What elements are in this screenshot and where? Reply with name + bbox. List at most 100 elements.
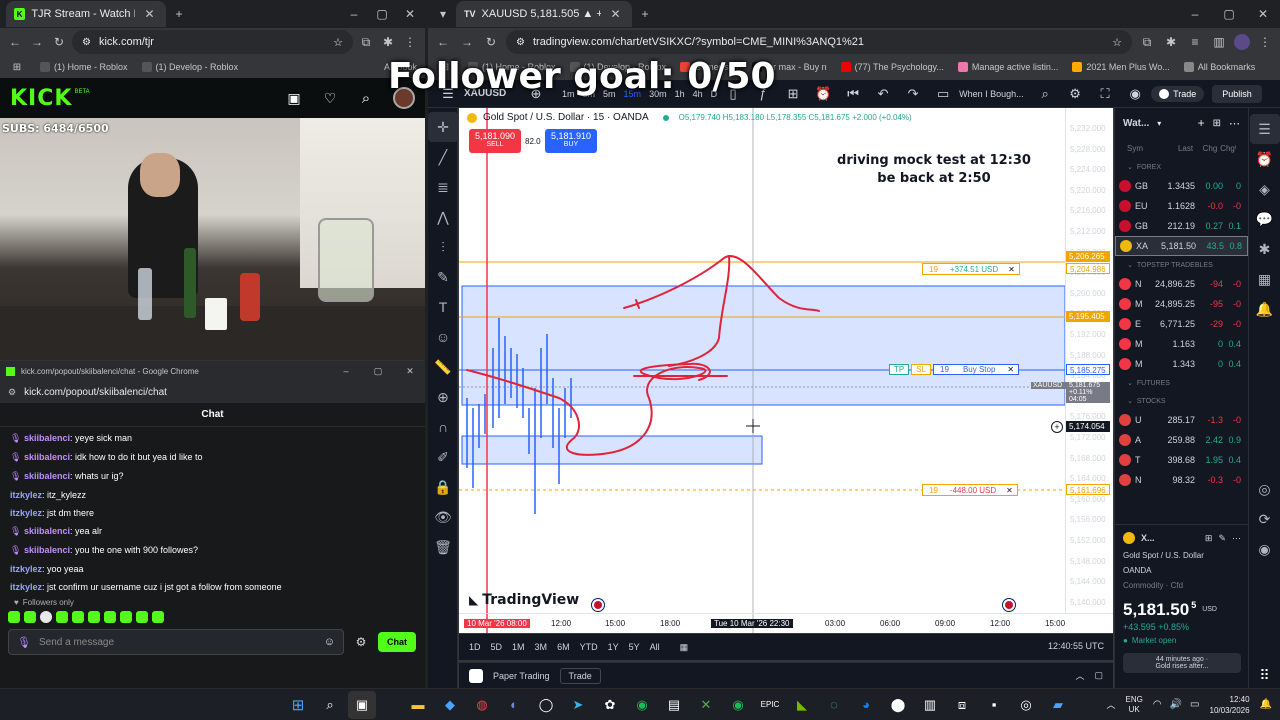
target-icon[interactable]: ◉ <box>1250 534 1280 564</box>
price-axis[interactable]: 5,232.000 5,228.000 5,224.000 5,220.000 5,21… <box>1065 108 1113 613</box>
screener-icon[interactable]: ◎ <box>1250 474 1280 504</box>
site-info-icon[interactable]: ⚙ <box>8 387 16 398</box>
close-tab-icon[interactable]: ✕ <box>607 5 624 23</box>
more-icon[interactable]: ⋯ <box>1229 117 1240 130</box>
xbox-icon[interactable]: ✕ <box>692 691 720 719</box>
col-header[interactable]: Chg% <box>1220 144 1236 153</box>
notifications-icon[interactable]: 🔔 <box>1250 294 1280 324</box>
tab-search-icon[interactable]: ▾ <box>434 5 452 23</box>
chat-username[interactable]: skiibalenci <box>24 433 70 443</box>
close-window-icon[interactable]: ✕ <box>401 362 419 380</box>
back-icon[interactable]: ← <box>6 33 24 51</box>
new-tab-icon[interactable]: + <box>170 5 188 23</box>
watchlist-row[interactable]: EU 1.1628 -0.0 -0 <box>1115 196 1248 216</box>
sell-button[interactable]: 5,181.090 SELL <box>469 129 521 153</box>
pattern-icon[interactable]: ⋀ <box>428 202 458 232</box>
trend-line-icon[interactable]: ╱ <box>428 142 458 172</box>
replay-icon[interactable]: ⏮ <box>839 82 867 106</box>
layout-name[interactable]: When I Bough... <box>959 89 1029 99</box>
capcut-icon[interactable]: ▤ <box>660 691 688 719</box>
range-button[interactable]: 5Y <box>629 642 640 652</box>
emote-icon[interactable] <box>8 611 20 623</box>
site-info-icon[interactable]: ⚙ <box>82 37 91 48</box>
time-axis[interactable]: 10 Mar '26 08:00 12:00 15:00 18:00 Tue 10 Ma… <box>459 613 1113 633</box>
brush-icon[interactable]: ✎ <box>428 262 458 292</box>
bookmark-item[interactable]: (1) Develop - Roblox <box>141 62 238 72</box>
address-bar[interactable]: ⚙ tradingview.com/chart/etVSIKXC/?symbol… <box>506 30 1132 54</box>
new-tab-icon[interactable]: + <box>636 5 654 23</box>
maximize-icon[interactable]: ▢ <box>1220 5 1238 23</box>
chat-username[interactable]: itzkylez <box>10 490 42 500</box>
chrome-icon[interactable]: ◍ <box>468 691 496 719</box>
search-icon[interactable]: ⌕ <box>357 89 375 107</box>
range-button[interactable]: 1M <box>512 642 525 652</box>
emote-icon[interactable] <box>88 611 100 623</box>
grid-icon[interactable]: ⊞ <box>1205 533 1213 544</box>
advanced-view-icon[interactable]: ⊞ <box>1213 118 1221 129</box>
app-icon[interactable]: ▰ <box>1044 691 1072 719</box>
app-icon[interactable]: ⧈ <box>948 691 976 719</box>
puzzle-icon[interactable]: ✱ <box>379 33 397 51</box>
whatsapp-icon[interactable]: ◌ <box>820 691 848 719</box>
emote-icon[interactable] <box>152 611 164 623</box>
nvidia-icon[interactable]: ◣ <box>788 691 816 719</box>
all-bookmarks[interactable]: All Bookmarks <box>1183 62 1255 72</box>
add-order-plus-icon[interactable]: + <box>1051 421 1063 433</box>
buy-button[interactable]: 5,181.910 BUY <box>545 129 597 153</box>
watchlist-section[interactable]: ⌄ STOCKS <box>1115 392 1248 410</box>
notification-bell-icon[interactable]: 🔔 <box>1260 699 1272 710</box>
back-icon[interactable]: ← <box>434 33 452 51</box>
alerts-icon[interactable]: ⏰ <box>1250 144 1280 174</box>
forward-icon[interactable]: → <box>458 33 476 51</box>
emote-icon[interactable] <box>24 611 36 623</box>
range-button[interactable]: 1Y <box>608 642 619 652</box>
fib-icon[interactable]: ≣ <box>428 172 458 202</box>
zoom-icon[interactable]: ⊕ <box>428 382 458 412</box>
mic-icon[interactable]: 🎙 <box>17 636 31 649</box>
watchlist-icon[interactable]: ☰ <box>1249 114 1280 144</box>
app-icon[interactable]: ▪ <box>980 691 1008 719</box>
range-button[interactable]: YTD <box>580 642 598 652</box>
tray-chevron-icon[interactable]: ︿ <box>1107 698 1116 711</box>
puzzle-icon[interactable]: ✱ <box>1162 33 1180 51</box>
maximize-panel-icon[interactable]: ▢ <box>1094 670 1103 681</box>
watchlist-row[interactable]: N 24,896.25 -94 -0 <box>1115 274 1248 294</box>
close-order-icon[interactable]: ✕ <box>1004 265 1019 274</box>
sl-order-label[interactable]: 19 -448.00 USD ✕ <box>922 484 1018 496</box>
watchlist-row[interactable]: E 6,771.25 -29 -0 <box>1115 314 1248 334</box>
chat-username[interactable]: skiibalenci <box>24 471 70 481</box>
range-button[interactable]: 3M <box>535 642 548 652</box>
extensions-icon[interactable]: ⧉ <box>1138 33 1156 51</box>
utc-clock[interactable]: 12:40:55 UTC <box>1048 641 1104 651</box>
extensions-icon[interactable]: ⧉ <box>357 33 375 51</box>
app-icon[interactable]: ⬤ <box>884 691 912 719</box>
bookmark-item[interactable]: Manage active listin... <box>957 62 1058 72</box>
trade-tab[interactable]: Trade <box>559 667 601 684</box>
split-view-icon[interactable]: ▥ <box>1210 33 1228 51</box>
chart-area[interactable]: Gold Spot / U.S. Dollar · 15 · OANDA O5,… <box>459 108 1113 633</box>
calendar-icon[interactable]: ▦ <box>1250 264 1280 294</box>
ideas-icon[interactable]: ✱ <box>1250 234 1280 264</box>
chat-username[interactable]: skiibalenci <box>24 526 70 536</box>
projection-icon[interactable]: ⫶ <box>428 232 458 262</box>
col-header[interactable]: Sym <box>1127 144 1178 153</box>
camera-icon[interactable]: ◉ <box>1121 82 1149 106</box>
reload-icon[interactable]: ↻ <box>482 33 500 51</box>
star-icon[interactable]: ☆ <box>333 36 343 49</box>
minimize-icon[interactable]: – <box>337 362 355 380</box>
forward-icon[interactable]: → <box>28 33 46 51</box>
text-icon[interactable]: T <box>428 292 458 322</box>
watchlist-section[interactable]: ⌄ FUTURES <box>1115 374 1248 392</box>
col-header[interactable]: Chg <box>1203 144 1221 153</box>
edit-icon[interactable]: ✎ <box>1218 533 1226 544</box>
epic-icon[interactable]: EPIC <box>756 691 784 719</box>
close-window-icon[interactable]: ✕ <box>1254 5 1272 23</box>
star-icon[interactable]: ☆ <box>1112 36 1122 49</box>
app-icon[interactable]: ▥ <box>916 691 944 719</box>
layers-icon[interactable]: ◈ <box>1250 174 1280 204</box>
search-icon[interactable]: ⌕ <box>316 691 344 719</box>
chat-input[interactable]: 🎙 Send a message ☺ <box>8 629 344 655</box>
watchlist-row[interactable]: M 1.343 0 0.4 <box>1115 354 1248 374</box>
file-explorer-icon[interactable]: ▬ <box>404 691 432 719</box>
browser-tab[interactable]: TV XAUUSD 5,181.505 ▲ +0.85% U ✕ <box>456 1 632 27</box>
